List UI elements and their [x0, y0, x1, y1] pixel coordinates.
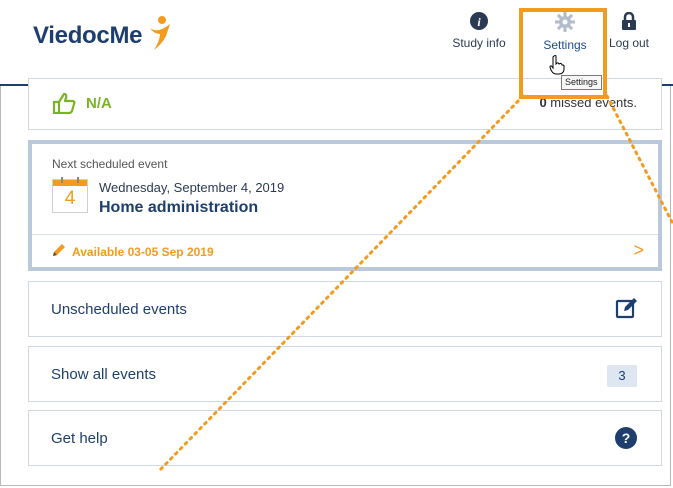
lock-icon — [622, 12, 636, 30]
hand-cursor-icon — [549, 55, 565, 75]
get-help-row[interactable]: Get help ? — [28, 410, 662, 466]
events-count-badge: 3 — [607, 365, 637, 387]
pencil-icon — [53, 244, 65, 256]
question-icon: ? — [615, 427, 637, 449]
unscheduled-events-label: Unscheduled events — [51, 301, 187, 318]
thumbs-up-icon — [52, 92, 76, 114]
info-icon: i — [470, 12, 488, 30]
show-all-events-label: Show all events — [51, 366, 157, 383]
availability-window: Available 03-05 Sep 2019 — [72, 245, 214, 259]
viedocme-logo: ViedocMe — [33, 22, 143, 49]
next-scheduled-event-card[interactable]: Next scheduled event 4 Wednesday, Septem… — [28, 140, 662, 271]
unscheduled-events-row[interactable]: Unscheduled events — [28, 281, 662, 337]
show-all-events-row[interactable]: Show all events 3 — [28, 346, 662, 402]
study-info-button[interactable]: i Study info — [452, 12, 506, 50]
event-date: Wednesday, September 4, 2019 — [99, 180, 285, 195]
compliance-status: N/A — [86, 95, 112, 112]
calendar-icon: 4 — [52, 177, 88, 213]
calendar-day: 4 — [64, 188, 76, 209]
chevron-right-icon[interactable]: > — [633, 240, 644, 261]
next-event-heading: Next scheduled event — [52, 157, 168, 171]
edit-note-icon — [615, 298, 637, 319]
settings-tooltip: Settings — [561, 75, 602, 90]
card-divider — [32, 234, 658, 235]
study-info-label: Study info — [452, 36, 506, 50]
event-name: Home administration — [99, 199, 259, 216]
get-help-label: Get help — [51, 430, 108, 447]
logo-figure-icon — [150, 16, 170, 50]
log-out-label: Log out — [608, 36, 650, 50]
log-out-button[interactable]: Log out — [604, 12, 654, 50]
